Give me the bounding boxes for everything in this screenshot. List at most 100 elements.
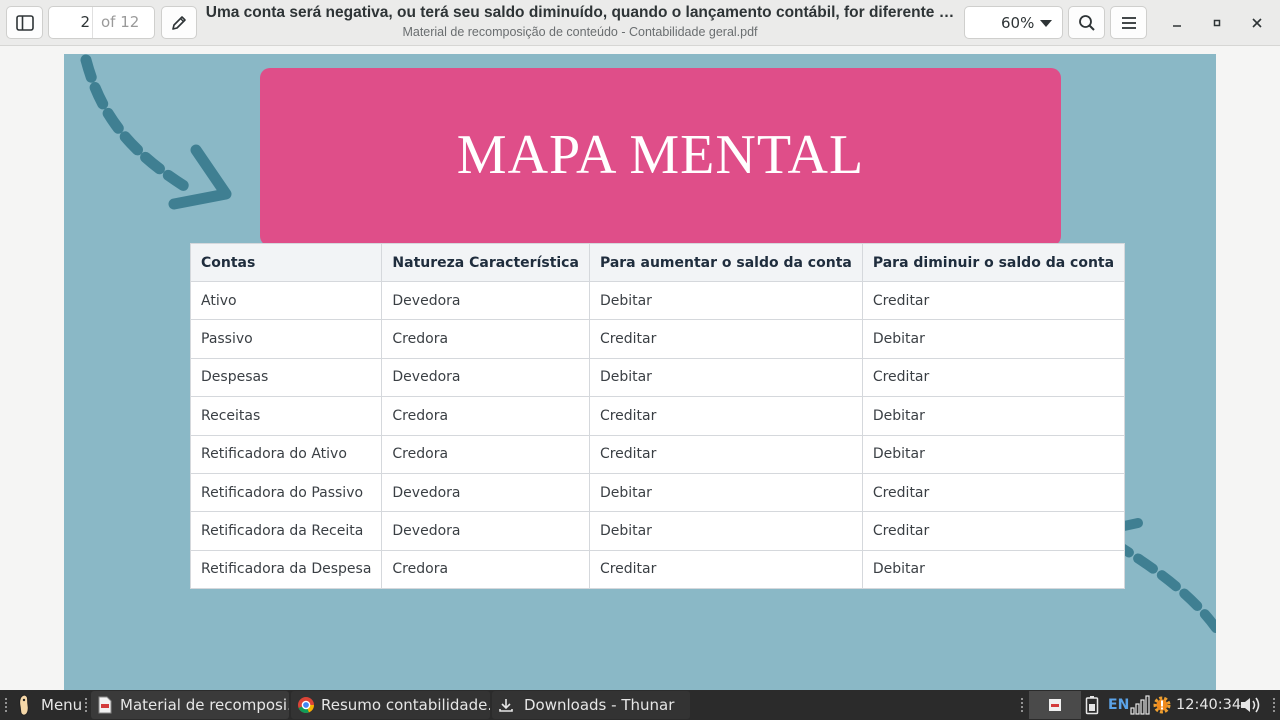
maximize-button[interactable] xyxy=(1206,12,1228,34)
column-header: Natureza Característica xyxy=(381,243,590,282)
table-cell: Creditar xyxy=(588,319,863,359)
chrome-icon xyxy=(298,697,314,713)
page-number-input[interactable]: 2 xyxy=(49,7,93,38)
column-header: Para diminuir o saldo da conta xyxy=(861,243,1126,282)
search-button[interactable] xyxy=(1068,6,1105,39)
volume-icon xyxy=(1241,697,1260,713)
dashed-arrow-decoration-top-left xyxy=(80,54,232,210)
minimize-button[interactable] xyxy=(1166,12,1188,34)
table-cell: Ativo xyxy=(189,280,383,321)
table-row: Despesas Devedora Debitar Creditar xyxy=(189,357,1126,398)
table-cell: Creditar xyxy=(861,280,1126,321)
header-bar: 2 of 12 Uma conta será negativa, ou terá… xyxy=(0,0,1280,46)
workspace-thumbnail-icon xyxy=(1049,699,1061,711)
table-cell: Debitar xyxy=(861,549,1126,590)
table-cell: Receitas xyxy=(189,396,383,436)
table-cell: Debitar xyxy=(588,472,863,513)
hamburger-icon xyxy=(1121,16,1136,29)
table-cell: Credora xyxy=(381,319,590,359)
table-cell: Creditar xyxy=(588,434,863,474)
zoom-select[interactable]: 60% xyxy=(964,6,1063,39)
table-cell: Debitar xyxy=(588,511,863,551)
menu-label: Menu xyxy=(41,696,83,714)
table-cell: Devedora xyxy=(381,280,590,321)
close-button[interactable] xyxy=(1246,12,1268,34)
pdf-page: MAPA MENTAL Contas Natureza Característi… xyxy=(64,54,1216,690)
taskbar-task-file-manager[interactable]: Downloads - Thunar xyxy=(492,691,690,719)
document-filename: Material de recomposição de conteúdo - C… xyxy=(402,25,758,39)
table-cell: Devedora xyxy=(381,357,590,398)
table-cell: Debitar xyxy=(588,280,863,321)
column-header: Para aumentar o saldo da conta xyxy=(588,243,863,282)
page-selector[interactable]: 2 of 12 xyxy=(48,6,155,39)
table-row: Retificadora do Passivo Devedora Debitar… xyxy=(189,472,1126,513)
table-row: Retificadora do Ativo Credora Creditar D… xyxy=(189,434,1126,474)
pencil-icon xyxy=(172,15,186,30)
menu-logo-icon xyxy=(19,694,29,716)
column-header: Contas xyxy=(189,243,383,282)
table-cell: Debitar xyxy=(588,357,863,398)
window-title: Uma conta será negativa, ou terá seu sal… xyxy=(200,4,960,39)
workspace-switcher[interactable] xyxy=(1029,691,1081,719)
taskbar-task-pdf[interactable]: Material de recomposi… xyxy=(91,691,289,719)
table-row: Retificadora da Despesa Credora Creditar… xyxy=(189,549,1126,590)
search-icon xyxy=(1078,14,1095,31)
network-indicator[interactable] xyxy=(1130,690,1150,720)
table-cell: Retificadora do Passivo xyxy=(189,472,383,513)
panel-grip[interactable] xyxy=(4,697,8,713)
table-cell: Devedora xyxy=(381,511,590,551)
table-cell: Despesas xyxy=(189,357,383,398)
battery-icon xyxy=(1085,696,1099,715)
taskbar: Menu Material de recomposi… Resumo conta… xyxy=(0,690,1280,720)
table-row: Ativo Devedora Debitar Creditar xyxy=(189,280,1126,321)
mind-map-banner: MAPA MENTAL xyxy=(260,68,1061,246)
table-cell: Creditar xyxy=(861,511,1126,551)
table-cell: Creditar xyxy=(861,357,1126,398)
task-label: Material de recomposi… xyxy=(120,696,289,714)
panel-grip[interactable] xyxy=(84,697,88,713)
clock[interactable]: 12:40:34 xyxy=(1176,690,1241,720)
banner-title: MAPA MENTAL xyxy=(456,124,865,186)
table-cell: Credora xyxy=(381,434,590,474)
volume-indicator[interactable] xyxy=(1239,690,1263,720)
taskbar-task-browser[interactable]: Resumo contabilidade… xyxy=(291,691,490,719)
sidebar-icon xyxy=(15,14,34,31)
table-cell: Retificadora do Ativo xyxy=(189,434,383,474)
table-cell: Creditar xyxy=(588,549,863,590)
sidebar-toggle-button[interactable] xyxy=(6,6,43,39)
minimize-icon xyxy=(1173,25,1181,27)
table-cell: Debitar xyxy=(861,319,1126,359)
table-cell: Retificadora da Receita xyxy=(189,511,383,551)
table-row: Retificadora da Receita Devedora Debitar… xyxy=(189,511,1126,551)
maximize-icon xyxy=(1213,19,1221,27)
table-cell: Passivo xyxy=(189,319,383,359)
chevron-down-icon xyxy=(1040,20,1052,27)
table-cell: Credora xyxy=(381,549,590,590)
signal-bars-icon xyxy=(1130,695,1150,715)
annotate-button[interactable] xyxy=(161,6,197,39)
table-cell: Debitar xyxy=(861,434,1126,474)
updates-indicator[interactable] xyxy=(1151,690,1173,720)
panel-grip[interactable] xyxy=(1272,697,1276,713)
page-total-label: of 12 xyxy=(101,13,140,31)
battery-indicator[interactable] xyxy=(1085,690,1099,720)
table-cell: Creditar xyxy=(588,396,863,436)
table-cell: Creditar xyxy=(861,472,1126,513)
update-warning-icon xyxy=(1153,696,1171,714)
table-cell: Debitar xyxy=(861,396,1126,436)
table-cell: Devedora xyxy=(381,472,590,513)
keyboard-layout-indicator[interactable]: EN xyxy=(1108,690,1129,720)
whisker-menu-button[interactable]: Menu xyxy=(14,690,82,720)
pdf-icon xyxy=(98,696,112,714)
accounts-table: Contas Natureza Característica Para aume… xyxy=(189,243,1126,590)
table-cell: Credora xyxy=(381,396,590,436)
document-viewport[interactable]: MAPA MENTAL Contas Natureza Característi… xyxy=(0,47,1280,690)
table-header-row: Contas Natureza Característica Para aume… xyxy=(189,243,1126,282)
panel-grip[interactable] xyxy=(1020,697,1024,713)
table-row: Receitas Credora Creditar Debitar xyxy=(189,396,1126,436)
table-row: Passivo Credora Creditar Debitar xyxy=(189,319,1126,359)
main-menu-button[interactable] xyxy=(1110,6,1147,39)
table-cell: Retificadora da Despesa xyxy=(189,549,383,590)
document-title: Uma conta será negativa, ou terá seu sal… xyxy=(205,4,955,21)
zoom-value: 60% xyxy=(1001,14,1035,32)
